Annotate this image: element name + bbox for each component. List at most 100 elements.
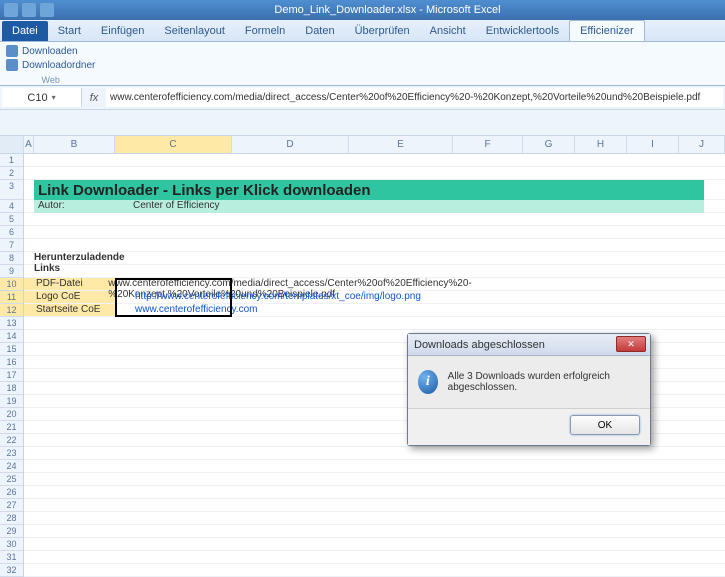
name-box-value: C10 <box>27 92 47 104</box>
row-header-18[interactable]: 18 <box>0 382 23 395</box>
row-header-22[interactable]: 22 <box>0 434 23 447</box>
ribbon-group-web: Downloaden Downloadordner Web <box>6 45 95 82</box>
save-icon[interactable] <box>22 3 36 17</box>
section-heading: Herunterzuladende Links <box>34 252 125 274</box>
row-header-21[interactable]: 21 <box>0 421 23 434</box>
row-header-17[interactable]: 17 <box>0 369 23 382</box>
dialog-message: Alle 3 Downloads wurden erfolgreich abge… <box>448 371 640 393</box>
row-header-30[interactable]: 30 <box>0 538 23 551</box>
author-row: Autor: Center of Efficiency <box>34 200 704 213</box>
link-row-2[interactable]: Logo CoE http://www.centerofefficiency.c… <box>34 291 421 304</box>
row-header-32[interactable]: 32 <box>0 564 23 577</box>
title-text: Link Downloader - Links per Klick downlo… <box>38 182 371 199</box>
formula-bar: C10 ▾ fx www.centerofefficiency.com/medi… <box>0 86 725 110</box>
link-row-1[interactable]: PDF-Datei www.centerofefficiency.com/med… <box>34 278 499 291</box>
author-label: Autor: <box>34 200 115 213</box>
link-name-1: PDF-Datei <box>34 278 88 291</box>
document-title: Demo_Link_Downloader.xlsx - Microsoft Ex… <box>54 4 721 16</box>
qat-dropdown-icon[interactable] <box>40 3 54 17</box>
info-icon: i <box>418 370 438 394</box>
row-header-6[interactable]: 6 <box>0 226 23 239</box>
row-header-5[interactable]: 5 <box>0 213 23 226</box>
dialog-title-text: Downloads abgeschlossen <box>414 339 545 351</box>
row-header-13[interactable]: 13 <box>0 317 23 330</box>
chevron-down-icon[interactable]: ▾ <box>52 93 56 102</box>
row-headers: 1234567891011121314151617181920212223242… <box>0 154 24 577</box>
name-box[interactable]: C10 ▾ <box>2 88 82 107</box>
col-J[interactable]: J <box>679 136 725 153</box>
formula-input[interactable]: www.centerofefficiency.com/media/direct_… <box>106 88 723 107</box>
link-url-1: www.centerofefficiency.com/media/direct_… <box>88 278 498 291</box>
row-header-31[interactable]: 31 <box>0 551 23 564</box>
window-titlebar: Demo_Link_Downloader.xlsx - Microsoft Ex… <box>0 0 725 20</box>
excel-icon <box>4 3 18 17</box>
link-row-3[interactable]: Startseite CoE www.centerofefficiency.co… <box>34 304 257 317</box>
dialog-footer: OK <box>408 408 650 445</box>
row-header-3[interactable]: 3 <box>0 180 23 200</box>
ribbon-downloadordner-label: Downloadordner <box>22 60 95 71</box>
dialog-downloads-complete: Downloads abgeschlossen ✕ i Alle 3 Downl… <box>407 333 651 446</box>
tab-seitenlayout[interactable]: Seitenlayout <box>154 21 235 41</box>
dialog-close-button[interactable]: ✕ <box>616 336 646 352</box>
tab-einfuegen[interactable]: Einfügen <box>91 21 154 41</box>
row-header-26[interactable]: 26 <box>0 486 23 499</box>
ribbon-group-label: Web <box>6 75 95 85</box>
row-header-14[interactable]: 14 <box>0 330 23 343</box>
row-header-2[interactable]: 2 <box>0 167 23 180</box>
row-header-24[interactable]: 24 <box>0 460 23 473</box>
row-header-23[interactable]: 23 <box>0 447 23 460</box>
tab-start[interactable]: Start <box>48 21 91 41</box>
column-headers: A B C D E F G H I J <box>0 136 725 154</box>
tab-file[interactable]: Datei <box>2 21 48 41</box>
link-name-3: Startseite CoE <box>34 304 115 317</box>
author-value: Center of Efficiency <box>115 200 220 213</box>
row-header-19[interactable]: 19 <box>0 395 23 408</box>
ribbon-downloadordner[interactable]: Downloadordner <box>6 59 95 71</box>
tab-ansicht[interactable]: Ansicht <box>420 21 476 41</box>
fx-icon[interactable]: fx <box>84 86 104 109</box>
tab-formeln[interactable]: Formeln <box>235 21 295 41</box>
dialog-ok-button[interactable]: OK <box>570 415 640 435</box>
folder-icon <box>6 59 18 71</box>
row-header-9[interactable]: 9 <box>0 265 23 278</box>
col-H[interactable]: H <box>575 136 627 153</box>
row-header-1[interactable]: 1 <box>0 154 23 167</box>
tab-daten[interactable]: Daten <box>295 21 344 41</box>
tab-entwicklertools[interactable]: Entwicklertools <box>476 21 569 41</box>
row-header-8[interactable]: 8 <box>0 252 23 265</box>
row-header-7[interactable]: 7 <box>0 239 23 252</box>
select-all-corner[interactable] <box>0 136 24 153</box>
dialog-titlebar[interactable]: Downloads abgeschlossen ✕ <box>408 334 650 356</box>
link-name-2: Logo CoE <box>34 291 115 304</box>
col-C[interactable]: C <box>115 136 232 153</box>
col-D[interactable]: D <box>232 136 349 153</box>
row-header-27[interactable]: 27 <box>0 499 23 512</box>
col-F[interactable]: F <box>453 136 523 153</box>
row-header-11[interactable]: 11 <box>0 291 23 304</box>
tab-efficienizer[interactable]: Efficienizer <box>569 20 645 41</box>
formula-bar-spacer <box>0 110 725 136</box>
row-header-25[interactable]: 25 <box>0 473 23 486</box>
row-header-15[interactable]: 15 <box>0 343 23 356</box>
col-E[interactable]: E <box>349 136 453 153</box>
download-icon <box>6 45 18 57</box>
tab-ueberpruefen[interactable]: Überprüfen <box>345 21 420 41</box>
row-header-28[interactable]: 28 <box>0 512 23 525</box>
row-header-12[interactable]: 12 <box>0 304 23 317</box>
ribbon-downloaden[interactable]: Downloaden <box>6 45 95 57</box>
col-G[interactable]: G <box>523 136 575 153</box>
row-header-16[interactable]: 16 <box>0 356 23 369</box>
quick-access-toolbar <box>4 3 54 17</box>
row-header-10[interactable]: 10 <box>0 278 23 291</box>
ribbon-tabs: Datei Start Einfügen Seitenlayout Formel… <box>0 20 725 42</box>
col-A[interactable]: A <box>24 136 34 153</box>
row-header-4[interactable]: 4 <box>0 200 23 213</box>
title-row: Link Downloader - Links per Klick downlo… <box>34 180 704 200</box>
ribbon-downloaden-label: Downloaden <box>22 46 78 57</box>
link-url-2: http://www.centerofefficiency.com/templa… <box>115 291 421 304</box>
col-I[interactable]: I <box>627 136 679 153</box>
col-B[interactable]: B <box>34 136 115 153</box>
ribbon-body: Downloaden Downloadordner Web <box>0 42 725 86</box>
row-header-20[interactable]: 20 <box>0 408 23 421</box>
link-url-3: www.centerofefficiency.com <box>115 304 257 317</box>
